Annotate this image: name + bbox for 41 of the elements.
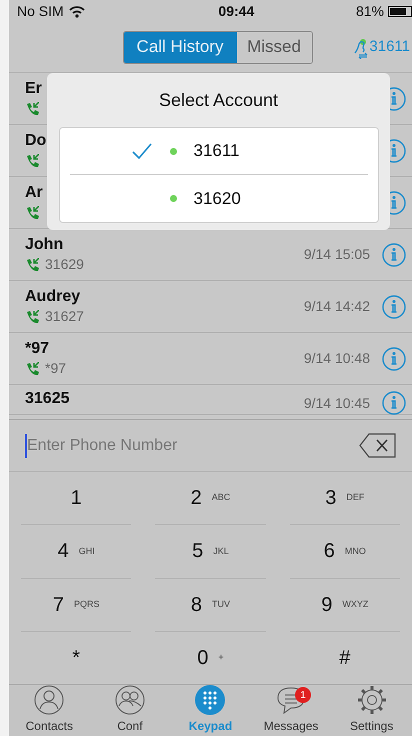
call-time: 9/14 10:45: [304, 394, 370, 413]
dial-key[interactable]: 4 GHI: [21, 525, 132, 578]
dial-key[interactable]: 6 MNO: [290, 525, 400, 578]
dial-key[interactable]: 9 WXYZ: [290, 578, 400, 632]
dial-key[interactable]: 0 +: [155, 632, 266, 684]
account-option[interactable]: 31620: [70, 175, 368, 222]
account-option[interactable]: 31611: [70, 128, 368, 175]
contact-name: Er: [25, 78, 42, 98]
contact-name: 31625: [25, 389, 70, 409]
battery-percent: 81%: [356, 2, 384, 20]
contact-name: *97: [25, 338, 50, 358]
phone-number-field[interactable]: Enter Phone Number: [25, 434, 359, 458]
dial-key[interactable]: 7 PQRS: [21, 578, 132, 632]
tab-bar-item[interactable]: Contacts: [9, 685, 90, 736]
phone-number: *97: [45, 359, 66, 378]
dial-key[interactable]: 3 DEF: [290, 472, 400, 526]
phone-number: 31629: [45, 255, 84, 274]
popup-title: Select Account: [158, 89, 278, 112]
dial-key[interactable]: 8 TUV: [155, 578, 266, 632]
call-time: 9/14 14:42: [304, 297, 370, 316]
account-number: 31611: [194, 140, 240, 162]
notification-badge: 1: [295, 687, 312, 703]
dial-key[interactable]: *: [21, 632, 132, 684]
segment-tab[interactable]: Call History: [124, 32, 236, 62]
tab-bar-item[interactable]: Messages 1: [250, 685, 332, 736]
dial-key[interactable]: 1: [21, 472, 132, 526]
contact-name: Audrey: [25, 286, 80, 306]
tab-bar-item[interactable]: Settings: [331, 685, 412, 736]
dial-key[interactable]: #: [290, 632, 400, 684]
contact-name: Do: [25, 130, 46, 150]
dial-key[interactable]: 2 ABC: [155, 472, 266, 526]
phone-number: 31627: [45, 307, 84, 326]
account-number: 31620: [194, 188, 241, 210]
carrier-label: No SIM: [17, 2, 64, 20]
dial-key[interactable]: 5 JKL: [155, 525, 266, 578]
call-time: 9/14 15:05: [304, 245, 370, 264]
clock-time: 09:44: [218, 2, 254, 20]
tab-bar-item[interactable]: Conf: [90, 685, 170, 736]
contact-name: Ar: [25, 182, 43, 202]
call-time: 9/14 10:48: [304, 349, 370, 368]
contact-name: John: [25, 234, 64, 254]
